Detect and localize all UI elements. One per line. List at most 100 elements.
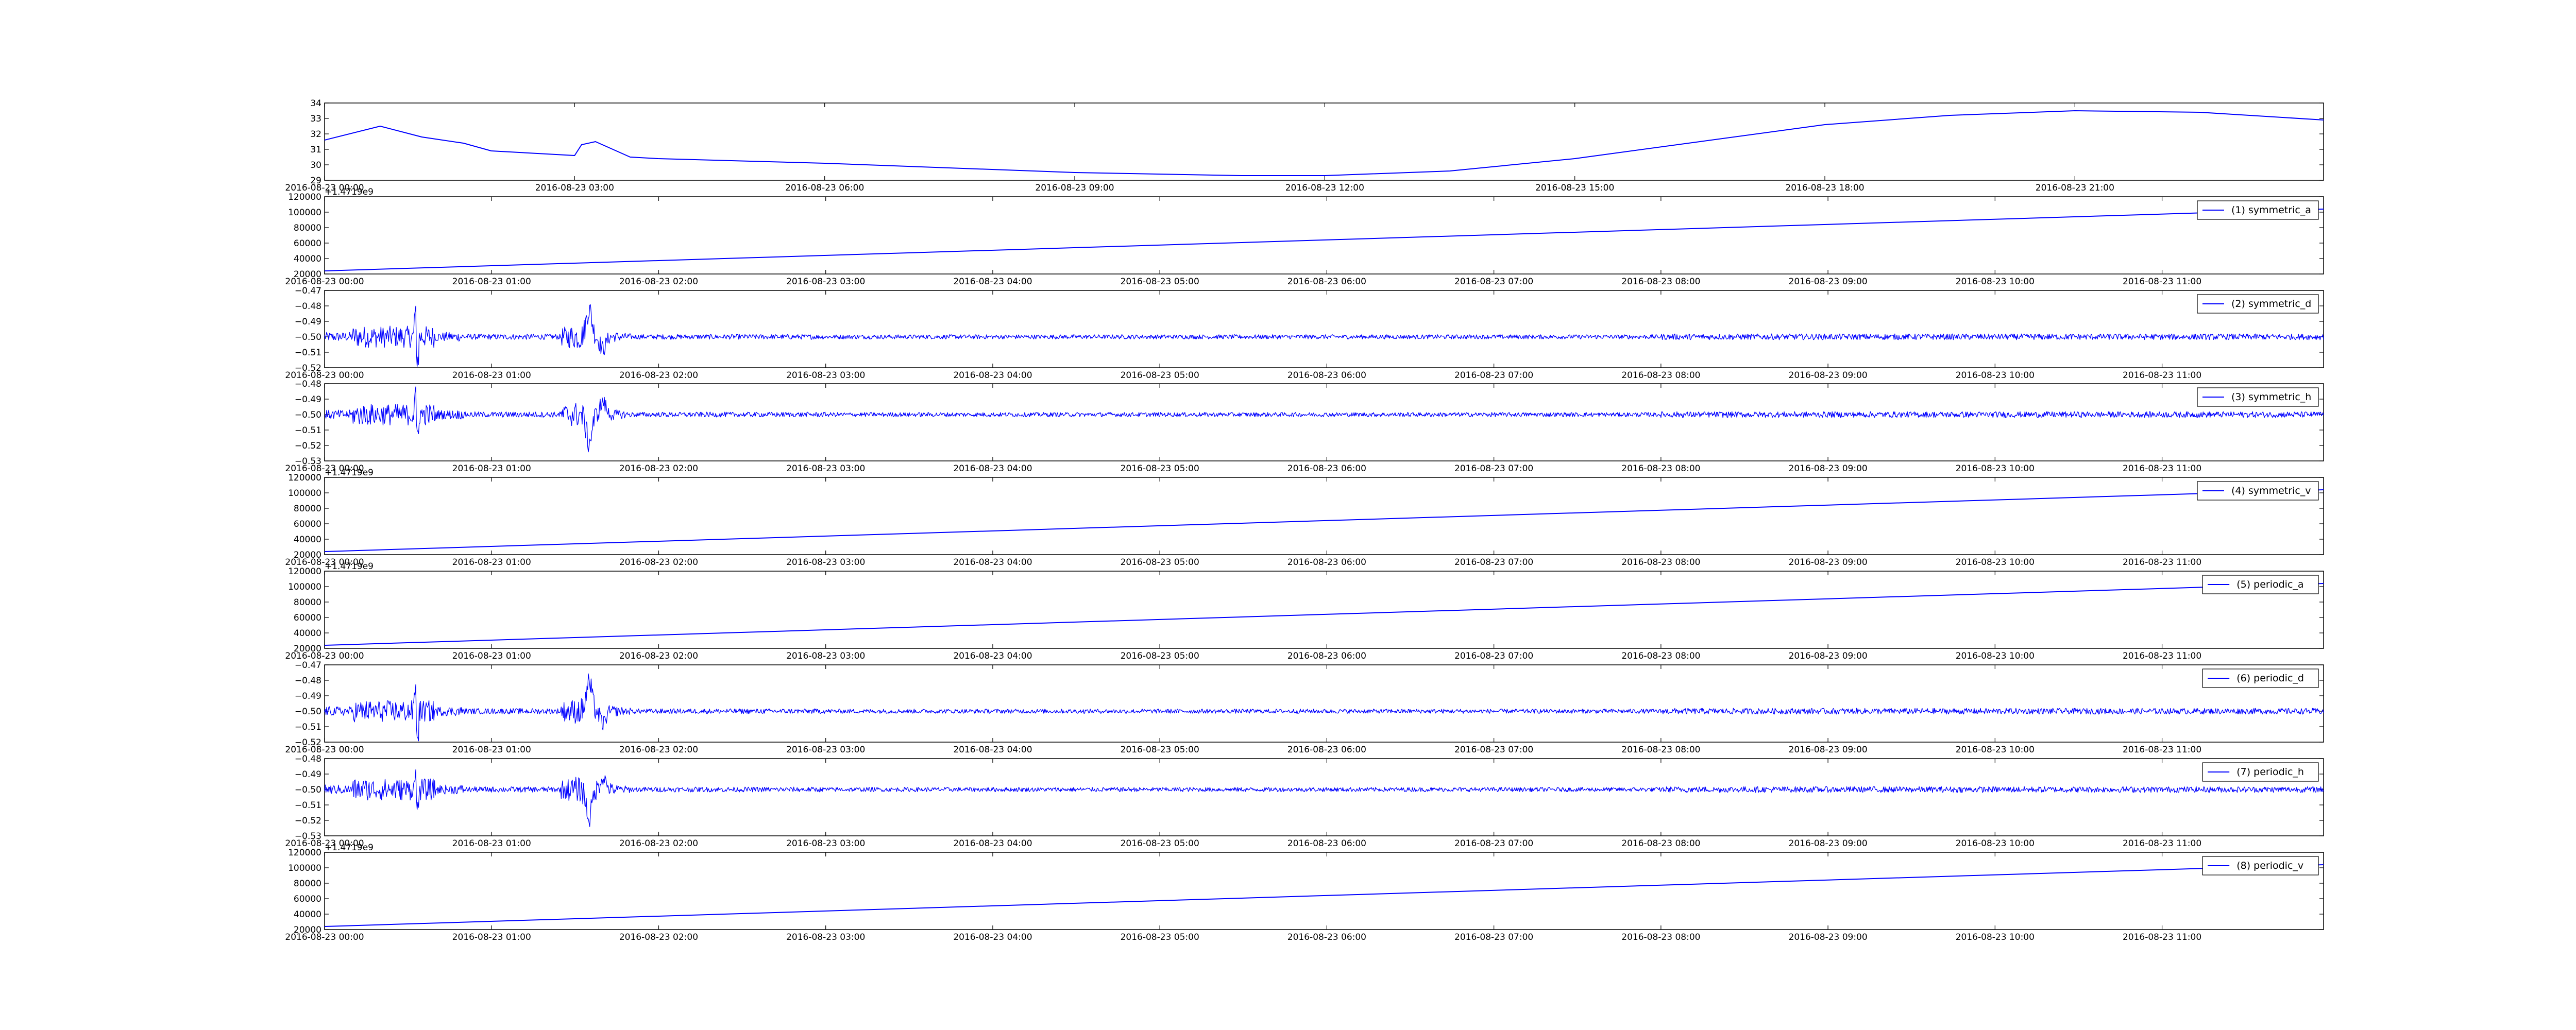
y-tick-label: −0.50	[295, 707, 321, 717]
y-tick-label: 120000	[288, 566, 321, 577]
x-tick-label: 2016-08-23 04:00	[953, 745, 1032, 755]
y-tick-label: 100000	[288, 863, 321, 873]
x-tick-label: 2016-08-23 08:00	[1621, 557, 1700, 568]
x-tick-label: 2016-08-23 10:00	[1956, 277, 2035, 287]
x-tick-label: 2016-08-23 07:00	[1454, 745, 1533, 755]
y-tick-label: 32	[310, 129, 321, 140]
chart-figure: 2930313233342016-08-23 00:00 2016-08-23 0…	[285, 98, 2324, 942]
y-tick-label: 60000	[294, 519, 321, 529]
axis-offset-text: +1.4719e9	[325, 843, 374, 853]
subplot-2: 200004000060000800001000001200002016-08-…	[285, 187, 2324, 287]
x-tick-label: 2016-08-23 05:00	[1121, 932, 1199, 942]
x-tick-label: 2016-08-23 03:00	[786, 838, 865, 849]
x-tick-label: 2016-08-23 01:00	[452, 745, 531, 755]
legend-label: (6) periodic_d	[2236, 673, 2304, 684]
x-tick-label: 2016-08-23 01:00	[452, 277, 531, 287]
y-tick-label: 80000	[294, 597, 321, 608]
axis-offset-text: +1.4719e9	[325, 468, 374, 478]
x-tick-label: 2016-08-23 06:00	[1287, 932, 1366, 942]
x-tick-label: 2016-08-23 02:00	[619, 557, 698, 568]
x-tick-label: 2016-08-23 06:00	[1287, 277, 1366, 287]
x-tick-label: 2016-08-23 02:00	[619, 745, 698, 755]
subplot-9: 200004000060000800001000001200002016-08-…	[285, 843, 2324, 942]
x-tick-label: 2016-08-23 03:00	[786, 745, 865, 755]
subplot-6: 200004000060000800001000001200002016-08-…	[285, 561, 2324, 661]
x-tick-label: 2016-08-23 01:00	[452, 932, 531, 942]
x-tick-label: 2016-08-23 10:00	[1956, 745, 2035, 755]
plot-frame	[324, 102, 2324, 181]
y-tick-label: −0.50	[295, 332, 321, 342]
y-tick-label: 40000	[294, 628, 321, 639]
x-tick-label: 2016-08-23 04:00	[953, 932, 1032, 942]
x-tick-label: 2016-08-23 02:00	[619, 277, 698, 287]
x-tick-label: 2016-08-23 08:00	[1621, 745, 1700, 755]
subplot-4: −0.53−0.52−0.51−0.50−0.49−0.482016-08-23…	[285, 379, 2324, 474]
y-tick-label: 100000	[288, 582, 321, 592]
plot-frame	[324, 664, 2324, 743]
subplot-5: 200004000060000800001000001200002016-08-…	[285, 468, 2324, 568]
y-tick-label: −0.47	[295, 660, 321, 671]
y-tick-label: −0.51	[295, 722, 321, 732]
x-tick-label: 2016-08-23 12:00	[1285, 183, 1364, 193]
x-tick-label: 2016-08-23 05:00	[1121, 838, 1199, 849]
x-tick-label: 2016-08-23 07:00	[1454, 557, 1533, 568]
x-tick-label: 2016-08-23 08:00	[1621, 370, 1700, 381]
x-tick-label: 2016-08-23 07:00	[1454, 464, 1533, 474]
x-tick-label: 2016-08-23 02:00	[619, 370, 698, 381]
x-tick-label: 2016-08-23 01:00	[452, 651, 531, 661]
x-tick-label: 2016-08-23 03:00	[786, 464, 865, 474]
x-tick-label: 2016-08-23 21:00	[2036, 183, 2114, 193]
x-tick-label: 2016-08-23 07:00	[1454, 277, 1533, 287]
axis-offset-text: +1.4719e9	[325, 561, 374, 572]
x-tick-label: 2016-08-23 04:00	[953, 464, 1032, 474]
x-tick-label: 2016-08-23 09:00	[1789, 838, 1868, 849]
x-tick-label: 2016-08-23 06:00	[1287, 651, 1366, 661]
y-tick-label: −0.48	[295, 379, 321, 389]
subplot-7: −0.52−0.51−0.50−0.49−0.48−0.472016-08-23…	[285, 660, 2324, 755]
y-tick-label: −0.49	[295, 769, 321, 780]
x-tick-label: 2016-08-23 11:00	[2123, 932, 2201, 942]
y-tick-label: 34	[310, 98, 321, 109]
y-tick-label: 40000	[294, 254, 321, 264]
x-tick-label: 2016-08-23 04:00	[953, 557, 1032, 568]
x-tick-label: 2016-08-23 18:00	[1785, 183, 1864, 193]
x-tick-label: 2016-08-23 15:00	[1535, 183, 1614, 193]
plot-frame	[324, 477, 2324, 555]
y-tick-label: −0.49	[295, 691, 321, 701]
x-tick-label: 2016-08-23 06:00	[1287, 370, 1366, 381]
y-tick-label: −0.49	[295, 394, 321, 405]
legend-label: (5) periodic_a	[2236, 579, 2303, 590]
x-tick-label: 2016-08-23 01:00	[452, 370, 531, 381]
y-tick-label: 120000	[288, 848, 321, 858]
x-tick-label: 2016-08-23 08:00	[1621, 838, 1700, 849]
x-tick-label: 2016-08-23 00:00	[285, 277, 364, 287]
x-tick-label: 2016-08-23 03:00	[786, 277, 865, 287]
y-tick-label: 80000	[294, 504, 321, 514]
x-tick-label: 2016-08-23 05:00	[1121, 277, 1199, 287]
x-tick-label: 2016-08-23 07:00	[1454, 838, 1533, 849]
x-tick-label: 2016-08-23 05:00	[1121, 370, 1199, 381]
x-tick-label: 2016-08-23 03:00	[786, 651, 865, 661]
x-tick-label: 2016-08-23 04:00	[953, 277, 1032, 287]
x-tick-label: 2016-08-23 10:00	[1956, 370, 2035, 381]
plot-frame	[324, 196, 2324, 274]
legend-label: (7) periodic_h	[2236, 766, 2304, 778]
plot-frame	[324, 571, 2324, 649]
x-tick-label: 2016-08-23 06:00	[1287, 745, 1366, 755]
x-tick-label: 2016-08-23 08:00	[1621, 277, 1700, 287]
y-tick-label: 60000	[294, 613, 321, 623]
y-tick-label: −0.49	[295, 317, 321, 327]
x-tick-label: 2016-08-23 01:00	[452, 838, 531, 849]
x-tick-label: 2016-08-23 08:00	[1621, 932, 1700, 942]
y-tick-label: 60000	[294, 238, 321, 249]
y-tick-label: 33	[310, 114, 321, 124]
y-tick-label: 100000	[288, 208, 321, 218]
y-tick-label: −0.50	[295, 410, 321, 420]
y-tick-label: 80000	[294, 223, 321, 233]
x-tick-label: 2016-08-23 06:00	[1287, 464, 1366, 474]
x-tick-label: 2016-08-23 10:00	[1956, 557, 2035, 568]
x-tick-label: 2016-08-23 10:00	[1956, 464, 2035, 474]
y-tick-label: 40000	[294, 909, 321, 920]
x-tick-label: 2016-08-23 11:00	[2123, 277, 2201, 287]
x-tick-label: 2016-08-23 03:00	[535, 183, 614, 193]
